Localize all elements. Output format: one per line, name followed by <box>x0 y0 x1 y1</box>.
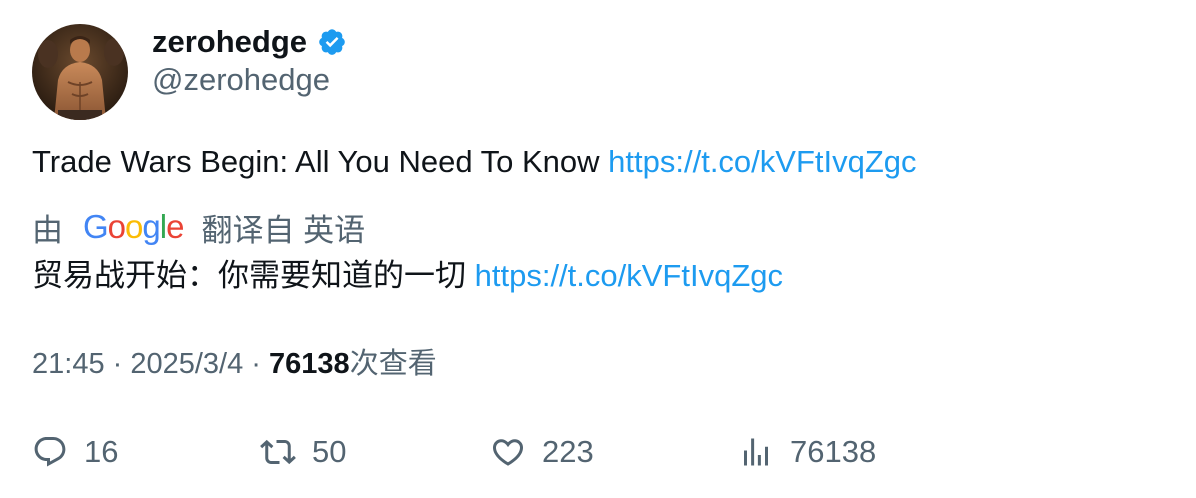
meta-separator: · <box>104 348 131 380</box>
tweet-body: Trade Wars Begin: All You Need To Know <box>32 144 600 179</box>
google-logo: Google <box>83 208 184 245</box>
translated-from-label[interactable]: 翻译自 英语 <box>201 205 365 250</box>
translated-body: 贸易战开始：你需要知道的一切 <box>32 258 466 293</box>
reply-button[interactable]: 16 <box>32 428 118 476</box>
meta-separator: · <box>243 348 270 380</box>
tweet-meta: 21:45 · 2025/3/4 · 76138次查看 <box>32 344 437 384</box>
translation-prefix: 由 <box>32 212 63 248</box>
reply-icon <box>34 437 66 467</box>
repost-button[interactable]: 50 <box>260 428 346 476</box>
views-action-count: 76138 <box>790 434 877 469</box>
views-button[interactable]: 76138 <box>738 428 876 476</box>
display-name[interactable]: zerohedge <box>152 24 307 60</box>
views-count: 76138 <box>269 348 350 380</box>
tweet-time[interactable]: 21:45 <box>32 348 105 380</box>
like-count: 223 <box>542 434 594 469</box>
like-button[interactable]: 223 <box>490 428 594 476</box>
reply-count: 16 <box>84 434 119 469</box>
heart-icon <box>492 439 524 466</box>
tweet-link[interactable]: https://t.co/kVFtIvqZgc <box>608 144 916 179</box>
action-bar: 16 50 223 76138 <box>32 428 1132 476</box>
tweet-date[interactable]: 2025/3/4 <box>130 348 243 380</box>
translation-attribution: 由 Google 翻译自 英语 <box>32 206 365 248</box>
translated-text: 贸易战开始：你需要知道的一切 https://t.co/kVFtIvqZgc <box>32 256 783 296</box>
verified-badge-icon <box>319 29 345 55</box>
avatar[interactable] <box>32 24 128 120</box>
tweet-text: Trade Wars Begin: All You Need To Know h… <box>32 142 917 182</box>
user-name-row: zerohedge <box>152 22 347 62</box>
user-handle[interactable]: @zerohedge <box>152 62 330 98</box>
views-suffix: 次查看 <box>349 348 437 380</box>
analytics-icon <box>744 438 768 466</box>
translated-link[interactable]: https://t.co/kVFtIvqZgc <box>475 258 783 293</box>
repost-count: 50 <box>312 434 347 469</box>
repost-icon <box>260 439 296 465</box>
